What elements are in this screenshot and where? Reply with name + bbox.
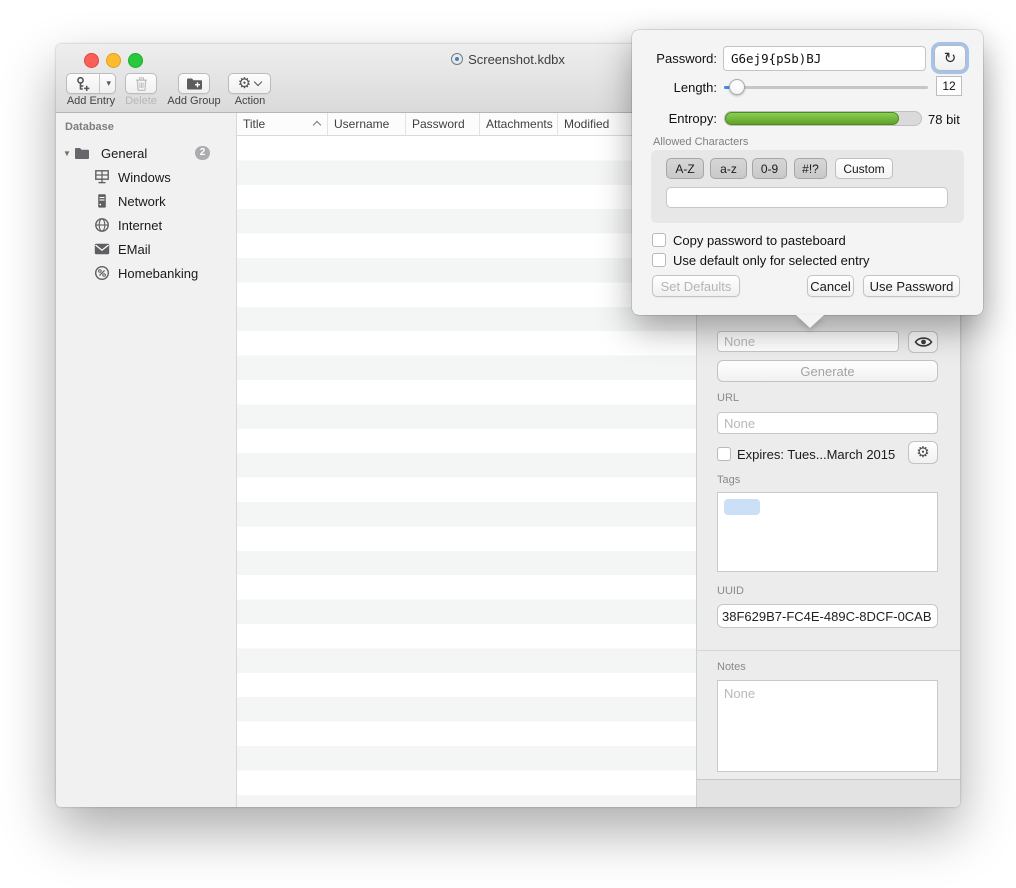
sidebar-item-email[interactable]: EMail xyxy=(56,237,236,261)
sidebar-item-general[interactable]: ▼ General 2 xyxy=(56,141,236,165)
expires-label: Expires: Tues...March 2015 xyxy=(737,447,895,462)
entry-list[interactable] xyxy=(237,136,696,807)
password-generator-popover: Password: ↻ Length: 12 Entropy: 78 bit A… xyxy=(632,30,983,315)
charset-custom-button[interactable]: Custom xyxy=(835,158,893,179)
sidebar-item-label: Windows xyxy=(118,170,171,185)
envelope-icon xyxy=(94,241,110,257)
regenerate-button[interactable]: ↻ xyxy=(934,45,966,71)
sidebar-item-network[interactable]: Network xyxy=(56,189,236,213)
set-defaults-button[interactable]: Set Defaults xyxy=(652,275,740,297)
globe-icon xyxy=(94,217,110,233)
copy-to-pasteboard-checkbox[interactable] xyxy=(652,233,666,247)
dropdown-arrow-icon[interactable]: ▾ xyxy=(106,78,111,89)
entropy-fill xyxy=(725,112,899,125)
password-input[interactable] xyxy=(717,331,899,352)
inspector-footer xyxy=(697,779,960,807)
chevron-down-icon xyxy=(254,78,262,86)
server-icon xyxy=(94,193,110,209)
length-label: Length: xyxy=(632,80,717,95)
sidebar: Database ▼ General 2 Windows xyxy=(56,113,237,807)
delete-label: Delete xyxy=(119,95,163,107)
gear-icon: ⚙ xyxy=(916,445,929,460)
entropy-bar xyxy=(724,111,922,126)
expires-checkbox[interactable] xyxy=(717,447,731,461)
popover-arrow xyxy=(796,315,824,328)
charset-digits-button[interactable]: 0-9 xyxy=(752,158,787,179)
uuid-section-label: UUID xyxy=(717,585,744,597)
uuid-field[interactable] xyxy=(717,604,938,628)
sidebar-item-label: Internet xyxy=(118,218,162,233)
document-icon xyxy=(451,53,463,65)
entry-count-badge: 2 xyxy=(195,146,210,160)
notes-section-label: Notes xyxy=(717,661,746,673)
url-input[interactable] xyxy=(717,412,938,434)
sort-ascending-icon xyxy=(313,121,321,129)
disclosure-triangle-icon[interactable]: ▼ xyxy=(63,149,71,158)
entropy-label: Entropy: xyxy=(632,111,717,126)
tags-section-label: Tags xyxy=(717,474,740,486)
add-group-button[interactable] xyxy=(178,73,210,94)
length-value-field[interactable]: 12 xyxy=(936,76,962,96)
column-header-password[interactable]: Password xyxy=(406,113,480,135)
sidebar-item-label: Homebanking xyxy=(118,266,198,281)
trash-icon xyxy=(134,76,149,92)
charset-uppercase-button[interactable]: A-Z xyxy=(666,158,704,179)
reveal-password-button[interactable] xyxy=(908,331,938,353)
popover-password-label: Password: xyxy=(632,51,717,66)
generated-password-input[interactable] xyxy=(723,46,926,71)
sidebar-item-label: Network xyxy=(118,194,166,209)
folder-plus-icon xyxy=(186,77,203,91)
sidebar-item-internet[interactable]: Internet xyxy=(56,213,236,237)
refresh-icon: ↻ xyxy=(944,49,957,67)
sidebar-section-header: Database xyxy=(65,121,114,133)
table-header: Title Username Password Attachments Modi… xyxy=(237,113,696,136)
entropy-bits-value: 78 bit xyxy=(928,112,960,127)
expires-settings-button[interactable]: ⚙ xyxy=(908,441,938,464)
eye-icon xyxy=(914,336,933,348)
close-button[interactable] xyxy=(84,53,99,68)
copy-to-pasteboard-label: Copy password to pasteboard xyxy=(673,233,846,248)
gear-icon: ⚙ xyxy=(238,76,251,91)
use-password-button[interactable]: Use Password xyxy=(863,275,960,297)
sidebar-item-homebanking[interactable]: Homebanking xyxy=(56,261,236,285)
key-plus-icon xyxy=(75,76,91,92)
delete-button[interactable] xyxy=(125,73,157,94)
use-default-label: Use default only for selected entry xyxy=(673,253,870,268)
charset-lowercase-button[interactable]: a-z xyxy=(710,158,747,179)
url-section-label: URL xyxy=(717,392,739,404)
action-label: Action xyxy=(225,95,275,107)
minimize-button[interactable] xyxy=(106,53,121,68)
cancel-button[interactable]: Cancel xyxy=(807,275,854,297)
column-header-title[interactable]: Title xyxy=(237,113,328,135)
allowed-characters-group: A-Z a-z 0-9 #!? Custom xyxy=(651,150,964,223)
generate-password-button[interactable]: Generate xyxy=(717,360,938,382)
action-button[interactable]: ⚙ xyxy=(228,73,271,94)
allowed-characters-label: Allowed Characters xyxy=(653,136,748,148)
percent-icon xyxy=(94,265,110,281)
add-entry-label: Add Entry xyxy=(56,95,128,107)
length-slider[interactable] xyxy=(724,86,928,89)
sidebar-item-label: EMail xyxy=(118,242,151,257)
zoom-button[interactable] xyxy=(128,53,143,68)
tags-field[interactable] xyxy=(717,492,938,572)
column-header-username[interactable]: Username xyxy=(328,113,406,135)
column-header-attachments[interactable]: Attachments xyxy=(480,113,558,135)
custom-characters-input[interactable] xyxy=(666,187,948,208)
sidebar-item-windows[interactable]: Windows xyxy=(56,165,236,189)
sidebar-item-label: General xyxy=(101,146,147,161)
tag-token[interactable] xyxy=(724,499,760,515)
notes-field[interactable]: None xyxy=(717,680,938,772)
folder-icon xyxy=(74,145,90,161)
use-default-checkbox[interactable] xyxy=(652,253,666,267)
add-group-label: Add Group xyxy=(160,95,228,107)
window-title: Screenshot.kdbx xyxy=(468,52,565,67)
charset-symbols-button[interactable]: #!? xyxy=(794,158,827,179)
inspector-divider xyxy=(697,650,960,651)
slider-knob[interactable] xyxy=(729,79,745,95)
add-entry-button[interactable]: ▾ xyxy=(66,73,116,94)
windows-icon xyxy=(94,169,110,185)
segment-divider xyxy=(99,74,100,93)
